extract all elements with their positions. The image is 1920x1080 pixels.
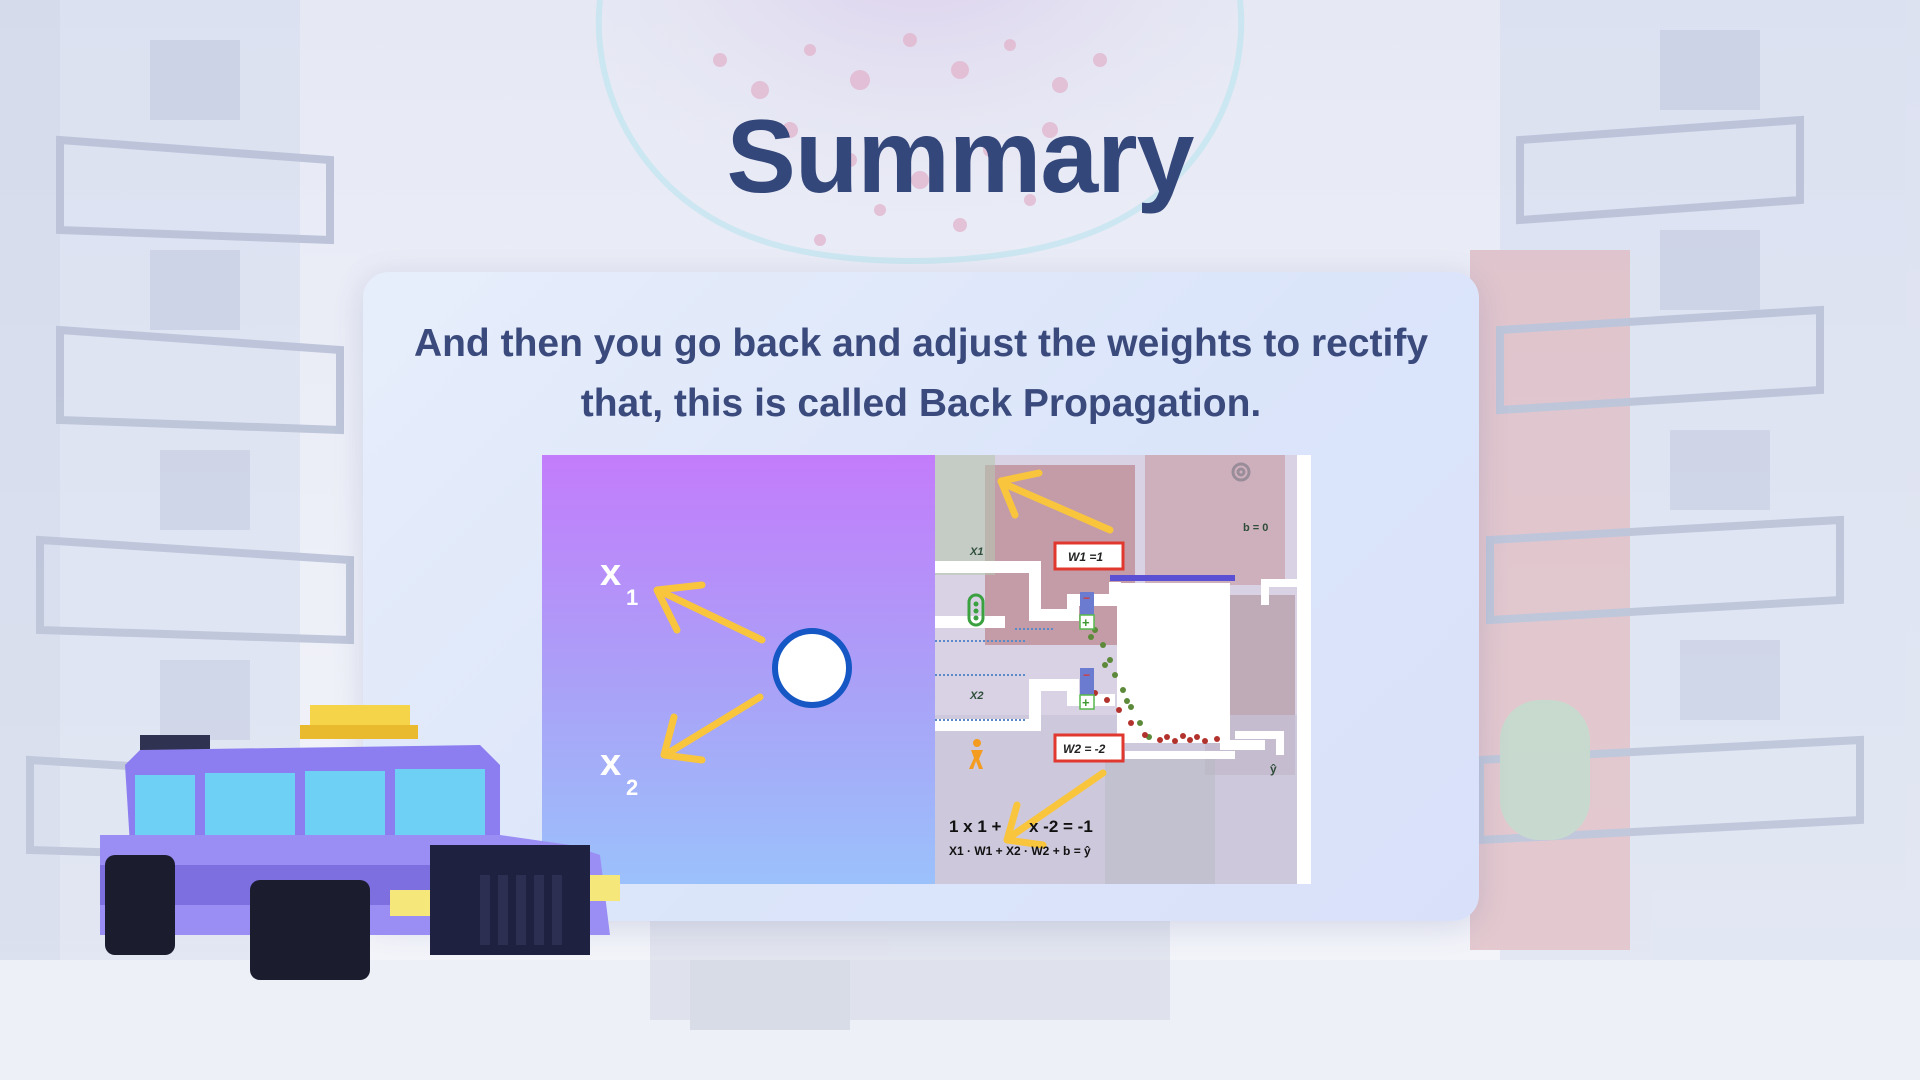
x1-label: X1	[969, 546, 983, 558]
taxi-illustration	[100, 705, 620, 980]
yhat-label: ŷ	[1270, 762, 1277, 776]
valve-w2-plus: +	[1082, 695, 1090, 710]
bias-label: b = 0	[1243, 522, 1268, 534]
valve-w1-plus: +	[1082, 615, 1090, 630]
page-title: Summary	[726, 99, 1195, 215]
equation-rest: x -2 = -1	[1029, 817, 1093, 836]
arrow-x1	[653, 581, 766, 644]
taxi-sign	[300, 705, 418, 739]
input-x1-label: x	[600, 552, 621, 594]
street-objects	[650, 920, 1170, 1030]
taxi-windows	[135, 769, 485, 835]
w2-value: W2 = -2	[1063, 742, 1106, 756]
taxi-grille	[430, 845, 590, 955]
result-tank	[1117, 583, 1227, 743]
neuron-node	[772, 628, 852, 708]
summary-text: And then you go back and adjust the weig…	[413, 322, 1429, 425]
slide: Summary And then you go back and adjust …	[0, 0, 1920, 1080]
equation-partial: 1 x 1 +	[949, 817, 1002, 836]
game-scene-panel: − + − + X1 X2 b = 0 ŷ W1 =1 W2 = -2 1 x …	[935, 455, 1311, 884]
formula: X1 · W1 + X2 · W2 + b = ŷ	[949, 844, 1091, 858]
backprop-illustration: x 1 x 2 − + − + X1 X2 b = 0 ŷ W1 =1 W2 =…	[542, 455, 1311, 884]
w1-value: W1 =1	[1068, 550, 1103, 564]
input-x1-subscript: 1	[626, 585, 638, 610]
x2-label: X2	[969, 690, 983, 702]
valve-w2: − +	[1079, 668, 1095, 710]
valve-w1-minus: −	[1083, 591, 1090, 605]
arrow-x2	[660, 693, 764, 764]
valve-w1: − +	[1079, 591, 1095, 630]
game-scene: − + − + X1 X2 b = 0 ŷ W1 =1 W2 = -2 1 x …	[935, 455, 1311, 884]
valve-w2-minus: −	[1083, 668, 1090, 682]
